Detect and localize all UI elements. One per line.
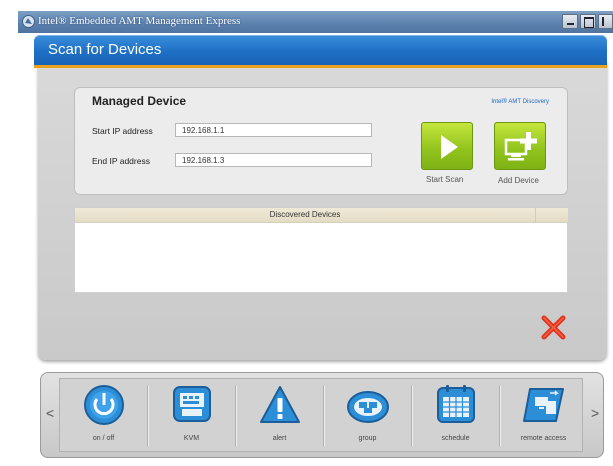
close-icon[interactable] [540,314,567,341]
dock-item-group[interactable]: group [324,379,411,451]
section-header: Scan for Devices [34,35,607,65]
dock-label: remote access [520,435,567,442]
start-scan-button[interactable] [421,122,473,170]
minimize-button[interactable] [562,14,578,29]
add-device-label: Add Device [498,176,539,185]
discovered-devices-table: Discovered Devices [74,207,568,293]
managed-device-title: Managed Device [92,94,187,108]
schedule-icon [437,385,475,423]
dock-label: KVM [183,435,200,442]
dock-prev-arrow[interactable]: < [46,405,54,421]
start-ip-input[interactable] [175,123,372,137]
kvm-icon [173,386,211,422]
alert-icon [260,386,300,423]
add-device-icon [504,132,537,161]
add-device-button[interactable] [494,122,546,170]
maximize-button[interactable] [580,14,596,29]
dock-items: on / off KVM alert group schedule remote… [59,378,583,452]
dock-label: group [358,435,377,442]
header-accent-stripe [34,65,607,68]
amt-discovery-link[interactable]: Intel® AMT Discovery [491,99,549,105]
dock-label: on / off [92,435,115,442]
dock-item-on-off[interactable]: on / off [60,379,147,451]
remote-access-icon [523,388,564,422]
play-icon [441,135,458,159]
start-ip-label: Start IP address [92,126,153,136]
managed-device-box: Managed Device Intel® AMT Discovery Star… [74,87,568,195]
dock-item-remote-access[interactable]: remote access [500,379,587,451]
close-window-button[interactable] [598,14,613,29]
dock-label: schedule [441,435,470,442]
dock-label: alert [272,435,287,442]
page-title: Scan for Devices [48,41,162,58]
end-ip-label: End IP address [92,156,150,166]
group-icon [347,391,389,423]
dock-item-kvm[interactable]: KVM [148,379,235,451]
dock-next-arrow[interactable]: > [591,405,599,421]
discovered-devices-header: Discovered Devices [75,208,535,223]
dock-item-alert[interactable]: alert [236,379,323,451]
power-icon [84,385,124,425]
end-ip-input[interactable] [175,153,372,167]
window-title: Intel® Embedded AMT Management Express [38,15,241,27]
dock-item-schedule[interactable]: schedule [412,379,499,451]
start-scan-label: Start Scan [426,175,464,184]
table-header-spacer [535,208,568,223]
feature-dock: < > on / off KVM alert group schedule re… [40,372,604,458]
title-bar: Intel® Embedded AMT Management Express [18,11,613,33]
app-icon [22,15,35,28]
